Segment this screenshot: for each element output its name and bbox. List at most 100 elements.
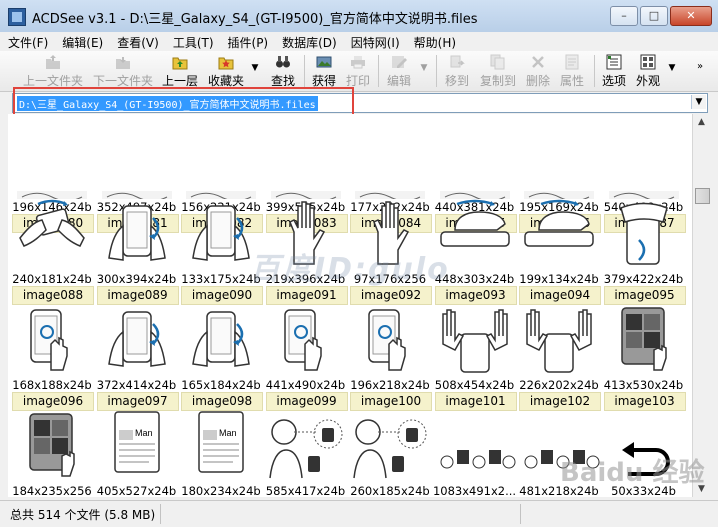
find-button[interactable]: 查找: [266, 53, 300, 89]
options-icon: [606, 54, 622, 70]
thumbnail-image[interactable]: [264, 172, 348, 272]
delete-icon: [532, 56, 544, 68]
vertical-scrollbar[interactable]: ▲ ▼: [692, 114, 710, 497]
thumbnail-image[interactable]: [264, 384, 348, 484]
menu-file[interactable]: 文件(F): [0, 32, 54, 51]
acquire-label: 获得: [311, 74, 336, 88]
scroll-up-icon[interactable]: ▲: [693, 114, 710, 130]
thumbnail-image[interactable]: [95, 172, 179, 272]
phone-hand-icon: [271, 304, 341, 377]
thumbnail-dimensions: 50x33x24b: [611, 484, 676, 497]
menu-view[interactable]: 查看(V): [109, 32, 165, 51]
menu-edit[interactable]: 编辑(E): [54, 32, 109, 51]
address-bar[interactable]: D:\三星_Galaxy_S4_(GT-I9500)_官方简体中文说明书.fil…: [12, 93, 708, 113]
down-folder-button[interactable]: 下一文件夹: [90, 53, 156, 89]
thumbnail-image[interactable]: Man: [179, 384, 263, 484]
thumbnail-item[interactable]: 260x185x24bimage108: [348, 384, 432, 497]
back-arrow-icon: [614, 440, 674, 483]
hand-up-icon: [276, 198, 336, 271]
toolbar-separator: [304, 55, 305, 87]
menu-tools[interactable]: 工具(T): [165, 32, 220, 51]
thumbnail-image[interactable]: [517, 278, 601, 378]
options-button[interactable]: 选项: [598, 53, 630, 89]
up-level-button[interactable]: 上一层: [160, 53, 200, 89]
thumbnail-image[interactable]: [264, 278, 348, 378]
thumbnail-image[interactable]: [517, 384, 601, 484]
scroll-down-icon[interactable]: ▼: [693, 481, 710, 497]
thumbnail-image[interactable]: [10, 172, 94, 272]
thumbnail-grid[interactable]: 196x146x24bimage080352x497x24bimage08115…: [8, 114, 692, 497]
up-folder-label: 上一文件夹: [22, 74, 83, 88]
menu-plugins[interactable]: 插件(P): [220, 32, 275, 51]
thumbnail-dimensions: 585x417x24b: [265, 484, 346, 497]
thumbnail-image[interactable]: [433, 278, 517, 378]
favorites-button[interactable]: 收藏夹: [204, 53, 248, 89]
menu-database[interactable]: 数据库(D): [274, 32, 343, 51]
thumbnail-dimensions: 180x234x24b: [181, 484, 261, 497]
thumbnail-item[interactable]: 585x417x24bimage107: [264, 384, 348, 497]
menu-help[interactable]: 帮助(H): [406, 32, 462, 51]
maximize-button[interactable]: □: [640, 6, 668, 26]
phone-hand-icon: [17, 304, 87, 377]
window-title: ACDSee v3.1 - D:\三星_Galaxy_S4_(GT-I9500)…: [32, 12, 478, 27]
thumbnail-item[interactable]: 1083x491x2...image109: [433, 384, 517, 497]
thumbnail-item[interactable]: 50x33x24bimage111: [602, 384, 686, 497]
phone-hands-icon: [99, 198, 175, 271]
thumbnail-image[interactable]: [433, 172, 517, 272]
dropdown-arrow-icon: ▼: [251, 63, 259, 73]
appearance-button[interactable]: 外观: [632, 53, 664, 89]
thumbnail-image[interactable]: [602, 278, 686, 378]
thumbnail-item[interactable]: 481x218x24bimage110: [517, 384, 601, 497]
thumbnail-image[interactable]: [348, 384, 432, 484]
print-button[interactable]: 打印: [342, 53, 374, 89]
thumbnail-image[interactable]: [179, 172, 263, 272]
delete-button[interactable]: 删除: [522, 53, 554, 89]
thumbnail-image[interactable]: [348, 278, 432, 378]
acquire-button[interactable]: 获得: [308, 53, 340, 89]
status-separator: [520, 504, 521, 524]
close-button[interactable]: ✕: [670, 6, 712, 26]
acdsee-window: ACDSee v3.1 - D:\三星_Galaxy_S4_(GT-I9500)…: [0, 0, 718, 527]
faces-icon: [517, 440, 601, 483]
thumbnail-image[interactable]: [179, 278, 263, 378]
hand-up-icon: [360, 198, 420, 271]
thumbnail-image[interactable]: [602, 172, 686, 272]
thumbnail-item[interactable]: Man180x234x24bimage106: [179, 384, 263, 497]
dropdown-arrow-icon: ▼: [420, 63, 428, 73]
thumbnail-image[interactable]: [433, 384, 517, 484]
move-to-label: 移到: [444, 74, 469, 88]
thumbnail-image[interactable]: [10, 278, 94, 378]
address-input[interactable]: D:\三星_Galaxy_S4_(GT-I9500)_官方简体中文说明书.fil…: [17, 96, 318, 111]
minimize-button[interactable]: –: [610, 6, 638, 26]
thumbnail-image[interactable]: [10, 384, 94, 484]
options-label: 选项: [601, 74, 626, 88]
edit-button[interactable]: 编辑: [382, 53, 416, 89]
thumbnail-image[interactable]: [602, 384, 686, 484]
menu-internet[interactable]: 因特网(I): [343, 32, 406, 51]
toolbar-separator: [594, 55, 595, 87]
properties-icon: [565, 54, 579, 70]
hand-phone-icon: [609, 198, 679, 271]
thumbnail-item[interactable]: Man405x527x24bimage105: [95, 384, 179, 497]
two-hands-icon: [435, 304, 515, 377]
properties-button[interactable]: 属性: [556, 53, 588, 89]
up-folder-button[interactable]: 上一文件夹: [20, 53, 86, 89]
find-label: 查找: [270, 74, 295, 88]
acdsee-app-icon[interactable]: [8, 8, 26, 26]
copy-to-icon: [490, 54, 505, 70]
thumbnail-image[interactable]: Man: [95, 384, 179, 484]
copy-to-button[interactable]: 复制到: [476, 53, 520, 89]
thumbnail-image[interactable]: [348, 172, 432, 272]
address-dropdown-icon[interactable]: ▼: [691, 95, 706, 109]
hands-phone-icon: [14, 198, 90, 263]
thumbnail-item[interactable]: 184x235x256image104: [10, 384, 94, 497]
printer-icon: [351, 56, 365, 69]
chevron-right-icon: »: [696, 61, 704, 72]
status-separator: [160, 504, 161, 524]
svg-text:Man: Man: [135, 428, 153, 438]
scrollbar-thumb[interactable]: [695, 188, 710, 204]
thumbnail-image[interactable]: [95, 278, 179, 378]
move-to-button[interactable]: 移到: [440, 53, 474, 89]
thumbnail-image[interactable]: [517, 172, 601, 272]
toolbar-overflow[interactable]: »: [690, 53, 710, 97]
